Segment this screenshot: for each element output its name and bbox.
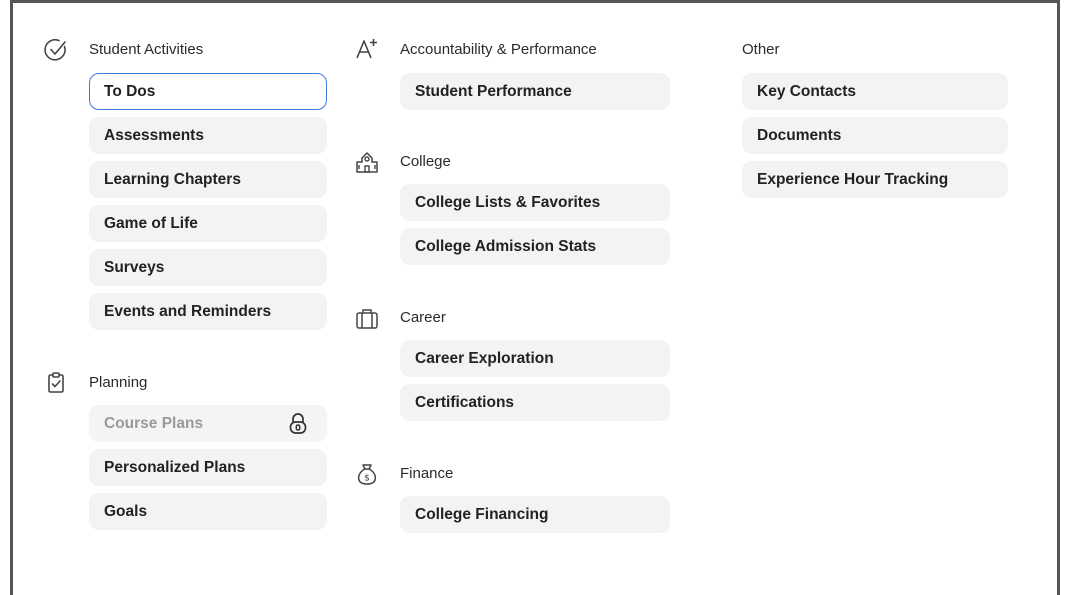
section-title-other: Other xyxy=(742,40,780,58)
school-building-icon xyxy=(354,149,380,175)
section-title-planning: Planning xyxy=(89,373,148,391)
menu-item-career-exploration[interactable]: Career Exploration xyxy=(400,340,670,377)
section-title-finance: Finance xyxy=(400,464,454,482)
briefcase-icon xyxy=(354,305,380,331)
lock-icon xyxy=(287,412,309,436)
a-plus-icon xyxy=(354,36,380,62)
menu-item-college-lists-favorites[interactable]: College Lists & Favorites xyxy=(400,184,670,221)
menu-item-game-of-life[interactable]: Game of Life xyxy=(89,205,327,242)
menu-item-documents[interactable]: Documents xyxy=(742,117,1008,154)
menu-item-key-contacts[interactable]: Key Contacts xyxy=(742,73,1008,110)
menu-item-personalized-plans[interactable]: Personalized Plans xyxy=(89,449,327,486)
clipboard-check-icon xyxy=(43,370,69,396)
section-title-accountability: Accountability & Performance xyxy=(400,40,597,58)
check-circle-icon xyxy=(43,37,69,63)
menu-item-experience-hour-tracking[interactable]: Experience Hour Tracking xyxy=(742,161,1008,198)
section-title-student-activities: Student Activities xyxy=(89,40,204,58)
menu-panel: Student Activities To Dos Assessments Le… xyxy=(10,0,1060,595)
course-plans-label: Course Plans xyxy=(104,414,204,432)
section-title-college: College xyxy=(400,152,451,170)
menu-item-events-and-reminders[interactable]: Events and Reminders xyxy=(89,293,327,330)
section-title-career: Career xyxy=(400,308,446,326)
menu-item-learning-chapters[interactable]: Learning Chapters xyxy=(89,161,327,198)
menu-item-certifications[interactable]: Certifications xyxy=(400,384,670,421)
menu-item-assessments[interactable]: Assessments xyxy=(89,117,327,154)
menu-item-surveys[interactable]: Surveys xyxy=(89,249,327,286)
svg-text:$: $ xyxy=(364,474,370,484)
menu-item-goals[interactable]: Goals xyxy=(89,493,327,530)
menu-item-course-plans[interactable]: Course Plans xyxy=(89,405,327,442)
menu-item-college-admission-stats[interactable]: College Admission Stats xyxy=(400,228,670,265)
menu-item-to-dos[interactable]: To Dos xyxy=(89,73,327,110)
menu-item-student-performance[interactable]: Student Performance xyxy=(400,73,670,110)
menu-item-college-financing[interactable]: College Financing xyxy=(400,496,670,533)
money-bag-icon: $ xyxy=(354,461,380,487)
